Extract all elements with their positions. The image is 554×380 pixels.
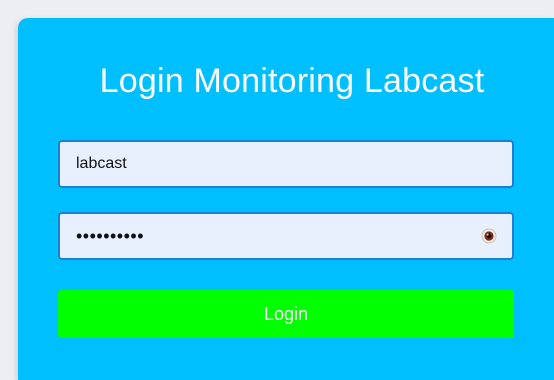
password-input[interactable] bbox=[60, 214, 512, 258]
login-button[interactable]: Login bbox=[58, 290, 514, 338]
username-field[interactable] bbox=[58, 140, 514, 188]
eye-icon[interactable] bbox=[478, 226, 500, 246]
login-card: Login Monitoring Labcast Login bbox=[18, 18, 554, 380]
login-title: Login Monitoring Labcast bbox=[99, 62, 485, 100]
password-field[interactable] bbox=[58, 212, 514, 260]
username-input[interactable] bbox=[60, 142, 512, 186]
